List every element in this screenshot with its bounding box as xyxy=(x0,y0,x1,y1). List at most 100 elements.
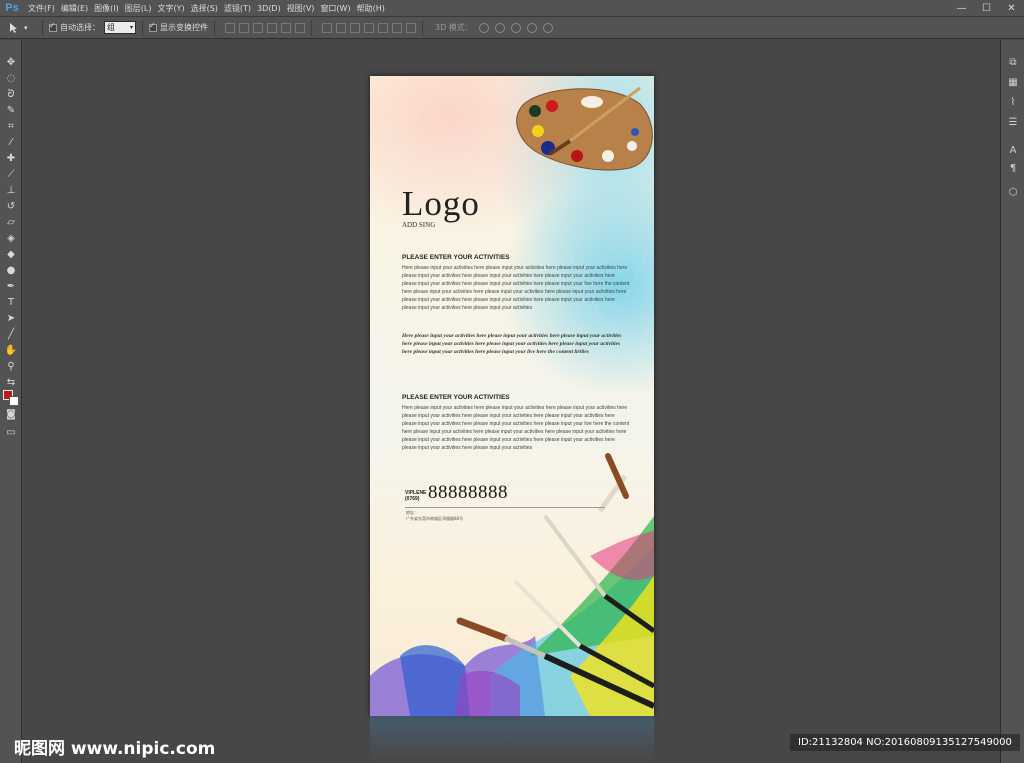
divider xyxy=(214,19,215,36)
align-vcenter-icon[interactable] xyxy=(239,22,249,33)
3d-rotate-icon[interactable] xyxy=(478,22,489,33)
divider xyxy=(422,19,423,36)
align-bottom-icon[interactable] xyxy=(253,22,263,33)
menu-image[interactable]: 图像(I) xyxy=(94,3,119,14)
palette-illustration xyxy=(516,86,653,171)
3d-slide-icon[interactable] xyxy=(526,22,537,33)
align-right-icon[interactable] xyxy=(295,22,305,33)
distribute-bottom-icon[interactable] xyxy=(350,22,360,33)
healing-brush-tool-icon[interactable]: ✚ xyxy=(5,152,17,164)
crop-tool-icon[interactable]: ⌗ xyxy=(5,120,17,132)
poster-address: 广东省东莞市南城区鸿福路88号 xyxy=(406,516,464,521)
align-top-icon[interactable] xyxy=(225,22,235,33)
adjustments-panel-icon[interactable]: ☰ xyxy=(1007,116,1019,128)
menu-file[interactable]: 文件(F) xyxy=(28,3,55,14)
menu-view[interactable]: 视图(V) xyxy=(287,3,315,14)
options-bar: ▾ 自动选择： 组 ▾ 显示变换控件 3D 模式： xyxy=(0,17,1024,39)
history-panel-icon[interactable]: ⧉ xyxy=(1007,56,1019,68)
minimize-button[interactable]: — xyxy=(949,0,974,17)
move-tool-icon[interactable]: ✥ xyxy=(5,56,17,68)
divider xyxy=(42,19,43,36)
3d-mode-label: 3D 模式： xyxy=(435,23,473,32)
menu-bar: Ps 文件(F) 编辑(E) 图像(I) 图层(L) 文字(Y) 选择(S) 滤… xyxy=(0,0,1024,17)
poster-script-text: Here please input your activities here p… xyxy=(402,333,622,355)
history-brush-tool-icon[interactable]: ↺ xyxy=(5,200,17,212)
panels-dock: ⧉ ▦ ⌇ ☰ A ¶ ⬡ xyxy=(1000,40,1024,763)
auto-select-label: 自动选择： xyxy=(60,23,100,32)
path-select-tool-icon[interactable]: ➤ xyxy=(5,312,17,324)
poster-heading-1: PLEASE ENTER YOUR ACTIVITIES xyxy=(402,254,510,261)
swap-colors-icon[interactable]: ⇆ xyxy=(5,376,17,388)
distribute-right-icon[interactable] xyxy=(392,22,402,33)
poster-addsing: ADD SING xyxy=(402,221,436,229)
quick-mask-icon[interactable]: ◙ xyxy=(5,408,17,420)
auto-select-checkbox[interactable] xyxy=(49,21,57,32)
poster-phone: 88888888 xyxy=(428,482,508,503)
move-tool-preset[interactable]: ▾ xyxy=(8,22,36,34)
show-transform-label: 显示变换控件 xyxy=(160,23,208,32)
eraser-tool-icon[interactable]: ▱ xyxy=(5,216,17,228)
poster-heading-2: PLEASE ENTER YOUR ACTIVITIES xyxy=(402,394,510,401)
show-transform-checkbox[interactable] xyxy=(149,21,157,32)
color-panel-icon[interactable]: ▦ xyxy=(1007,76,1019,88)
poster-vip: VIPLENE (0769) xyxy=(405,490,426,502)
poster-divider xyxy=(405,507,605,508)
canvas-reflection xyxy=(370,716,654,763)
tools-panel: ✥ ◌ ᘐ ✎ ⌗ ⁄ ✚ ⟋ ⊥ ↺ ▱ ◈ ◆ ● ✒ T ➤ ╱ ✋ ⚲ … xyxy=(0,40,22,763)
menu-type[interactable]: 文字(Y) xyxy=(157,3,184,14)
paint-bucket-tool-icon[interactable]: ◈ xyxy=(5,232,17,244)
brush-panel-icon[interactable]: ⌇ xyxy=(1007,96,1019,108)
chevron-down-icon: ▾ xyxy=(24,23,28,32)
chevron-down-icon: ▾ xyxy=(129,24,133,31)
3d-scale-icon[interactable] xyxy=(542,22,553,33)
dodge-tool-icon[interactable]: ● xyxy=(5,264,17,276)
hand-tool-icon[interactable]: ✋ xyxy=(5,344,17,356)
move-tool-icon xyxy=(10,22,17,33)
watermark-site: 昵图网 www.nipic.com xyxy=(14,739,216,759)
menu-layer[interactable]: 图层(L) xyxy=(125,3,152,14)
poster-paragraph-2: Here please input your activities here p… xyxy=(402,405,630,451)
paragraph-panel-icon[interactable]: ¶ xyxy=(1007,162,1019,174)
screen-mode-icon[interactable]: ▭ xyxy=(5,426,17,438)
menu-edit[interactable]: 编辑(E) xyxy=(61,3,88,14)
marquee-tool-icon[interactable]: ◌ xyxy=(5,72,17,84)
distribute-hcenter-icon[interactable] xyxy=(378,22,388,33)
lasso-tool-icon[interactable]: ᘐ xyxy=(5,88,17,100)
quick-select-tool-icon[interactable]: ✎ xyxy=(5,104,17,116)
menu-window[interactable]: 窗口(W) xyxy=(320,3,350,14)
close-button[interactable]: ✕ xyxy=(999,0,1024,17)
align-left-icon[interactable] xyxy=(267,22,277,33)
blur-tool-icon[interactable]: ◆ xyxy=(5,248,17,260)
eyedropper-tool-icon[interactable]: ⁄ xyxy=(5,136,17,148)
menu-select[interactable]: 选择(S) xyxy=(191,3,218,14)
distribute-left-icon[interactable] xyxy=(364,22,374,33)
clone-stamp-tool-icon[interactable]: ⊥ xyxy=(5,184,17,196)
auto-align-icon[interactable] xyxy=(406,22,416,33)
pen-tool-icon[interactable]: ✒ xyxy=(5,280,17,292)
divider xyxy=(311,19,312,36)
background-color-swatch[interactable] xyxy=(9,396,19,406)
maximize-button[interactable]: ☐ xyxy=(974,0,999,17)
menu-help[interactable]: 帮助(H) xyxy=(357,3,385,14)
watermark-id: ID:21132804 NO:20160809135127549000 xyxy=(790,734,1020,751)
document-canvas[interactable]: Logo ADD SING PLEASE ENTER YOUR ACTIVITI… xyxy=(370,76,654,716)
character-panel-icon[interactable]: A xyxy=(1007,144,1019,156)
3d-panel-icon[interactable]: ⬡ xyxy=(1007,186,1019,198)
poster-vip-code: (0769) xyxy=(405,496,420,502)
menu-3d[interactable]: 3D(D) xyxy=(257,4,281,13)
poster-logo: Logo xyxy=(402,184,480,223)
3d-pan-icon[interactable] xyxy=(510,22,521,33)
brush-tool-icon[interactable]: ⟋ xyxy=(5,168,17,180)
line-tool-icon[interactable]: ╱ xyxy=(5,328,17,340)
window-controls: — ☐ ✕ xyxy=(949,0,1024,17)
distribute-top-icon[interactable] xyxy=(322,22,332,33)
auto-select-dropdown[interactable]: 组 ▾ xyxy=(104,21,136,34)
zoom-tool-icon[interactable]: ⚲ xyxy=(5,360,17,372)
photoshop-logo: Ps xyxy=(5,2,19,14)
menu-filter[interactable]: 滤镜(T) xyxy=(224,3,251,14)
align-hcenter-icon[interactable] xyxy=(281,22,291,33)
type-tool-icon[interactable]: T xyxy=(5,296,17,308)
3d-roll-icon[interactable] xyxy=(494,22,505,33)
distribute-vcenter-icon[interactable] xyxy=(336,22,346,33)
poster-paragraph-1: Here please input your activities here p… xyxy=(402,265,630,311)
